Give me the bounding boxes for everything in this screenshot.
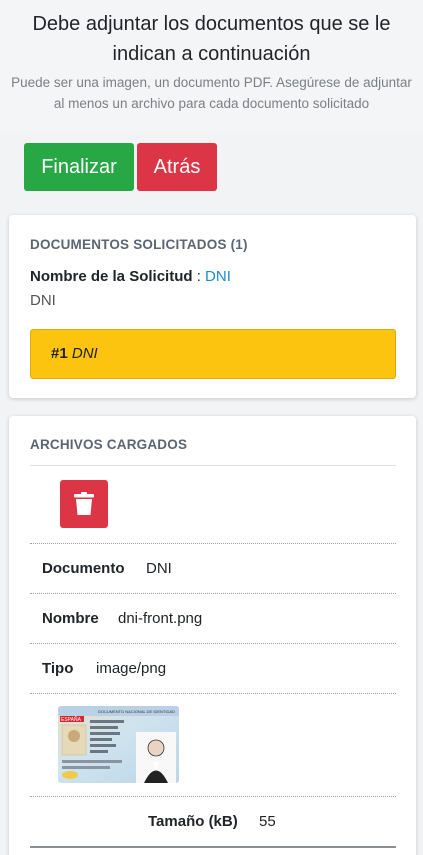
finish-button[interactable]: Finalizar: [24, 143, 134, 191]
divider: [30, 693, 396, 694]
request-name-line: Nombre de la Solicitud : DNI: [30, 268, 231, 285]
divider: [30, 593, 396, 594]
uploaded-files-card: ARCHIVOS CARGADOS Documento DNI Nombre d…: [9, 416, 416, 855]
file-name-value: dni-front.png: [118, 610, 203, 627]
document-number: #1: [51, 345, 68, 362]
divider: [30, 796, 396, 797]
requested-documents-heading: DOCUMENTOS SOLICITADOS (1): [30, 237, 248, 252]
request-name-separator: :: [192, 268, 206, 285]
request-name-link[interactable]: DNI: [205, 268, 231, 285]
uploaded-files-heading: ARCHIVOS CARGADOS: [30, 437, 188, 452]
page-header: Debe adjuntar los documentos que se le i…: [0, 0, 423, 133]
delete-file-button[interactable]: [60, 480, 108, 528]
request-description: DNI: [30, 292, 56, 309]
page-title: Debe adjuntar los documentos que se le i…: [32, 13, 391, 65]
document-label: Documento: [42, 560, 125, 577]
requested-documents-card: DOCUMENTOS SOLICITADOS (1) Nombre de la …: [9, 215, 416, 398]
divider: [30, 846, 396, 848]
divider: [30, 543, 396, 544]
document-name: DNI: [71, 345, 98, 362]
request-name-label: Nombre de la Solicitud: [30, 268, 193, 285]
size-value: 55: [259, 813, 276, 830]
divider: [30, 465, 396, 466]
trash-icon: [74, 492, 94, 515]
page-subtitle: Puede ser una imagen, un documento PDF. …: [11, 75, 412, 111]
file-type-label: Tipo: [42, 660, 74, 677]
id-card-image: ESPAÑA DOCUMENTO NACIONAL DE IDENTIDAD: [58, 706, 179, 783]
requested-document-item[interactable]: #1 DNI: [30, 329, 396, 379]
divider: [30, 643, 396, 644]
file-name-label: Nombre: [42, 610, 99, 627]
svg-text:ESPAÑA: ESPAÑA: [61, 716, 82, 723]
back-button[interactable]: Atrás: [137, 143, 217, 191]
file-thumbnail[interactable]: ESPAÑA DOCUMENTO NACIONAL DE IDENTIDAD: [58, 706, 179, 783]
svg-text:DOCUMENTO NACIONAL DE IDENTIDA: DOCUMENTO NACIONAL DE IDENTIDAD: [98, 709, 175, 714]
file-type-value: image/png: [96, 660, 167, 677]
document-value: DNI: [146, 560, 172, 577]
size-label: Tamaño (kB): [148, 813, 238, 830]
